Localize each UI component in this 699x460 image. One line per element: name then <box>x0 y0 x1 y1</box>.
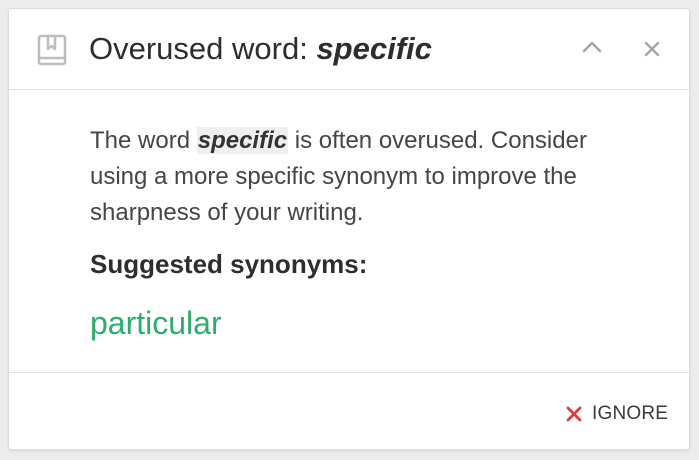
synonyms-heading: Suggested synonyms: <box>90 249 368 279</box>
title-prefix: Overused word: <box>89 31 317 66</box>
title-word: specific <box>316 31 432 66</box>
book-icon <box>37 34 67 66</box>
ignore-label: IGNORE <box>592 403 669 424</box>
card-footer: IGNORE <box>9 372 689 449</box>
highlighted-word: specific <box>196 127 289 154</box>
suggestion-card: Overused word: specific The word specifi… <box>8 8 690 450</box>
chevron-up-icon[interactable] <box>579 35 605 61</box>
ignore-button[interactable]: IGNORE <box>565 401 668 427</box>
card-header: Overused word: specific <box>9 9 689 90</box>
x-icon <box>566 406 582 422</box>
description-text: The word specific is often overused. Con… <box>90 123 630 231</box>
card-title: Overused word: specific <box>89 29 432 69</box>
close-icon[interactable] <box>641 38 663 60</box>
description-before: The word <box>90 127 197 154</box>
card-body: The word specific is often overused. Con… <box>9 90 689 372</box>
synonym-option[interactable]: particular <box>90 303 222 343</box>
